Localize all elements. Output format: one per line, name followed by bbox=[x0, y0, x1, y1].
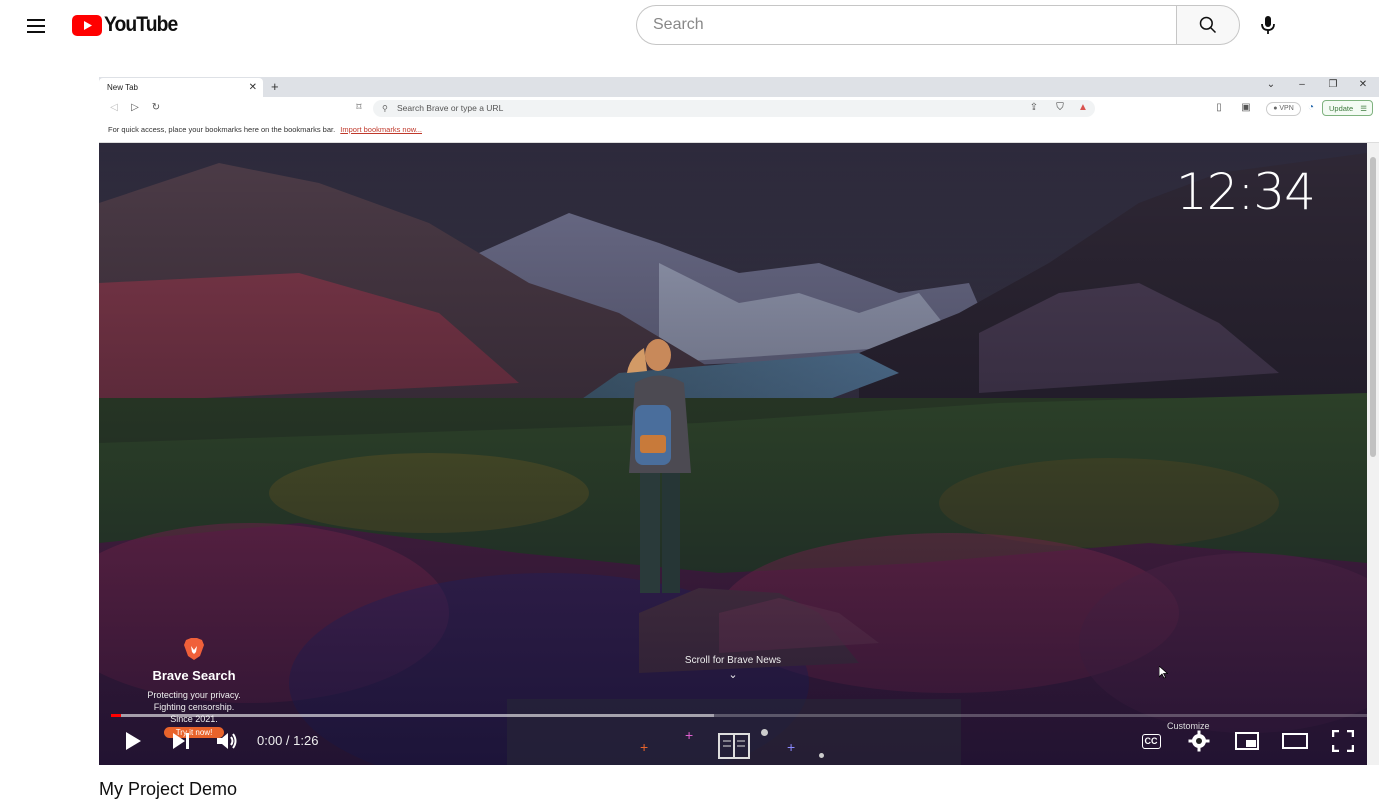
time-separator: / bbox=[282, 733, 294, 748]
tagline-line: Fighting censorship. bbox=[153, 702, 235, 712]
tab-search-icon: ⌄ bbox=[1266, 79, 1276, 90]
brave-rewards-icon: ▲ bbox=[1078, 102, 1088, 113]
next-button[interactable] bbox=[165, 725, 197, 757]
logo-wordmark: YouTube bbox=[104, 13, 178, 36]
browser-toolbar: ◁ ▷ ↻ ⌑ ⚲ Search Brave or type a URL ⇪ ⛉… bbox=[99, 97, 1379, 120]
brave-shields-icon: ⛉ bbox=[1056, 102, 1064, 113]
scrollbar-thumb bbox=[1370, 157, 1376, 457]
play-icon bbox=[126, 732, 141, 750]
bookmark-icon: ⌑ bbox=[356, 102, 362, 113]
chevron-down-icon: ⌄ bbox=[728, 669, 738, 681]
update-label: Update bbox=[1329, 104, 1354, 113]
time-display: 0:00 / 1:26 bbox=[257, 733, 318, 748]
fullscreen-button[interactable] bbox=[1327, 725, 1359, 757]
page-scrollbar bbox=[1367, 143, 1379, 765]
fullscreen-icon bbox=[1332, 730, 1354, 752]
menu-lines-icon: ☰ bbox=[1360, 104, 1367, 113]
browser-tab: New Tab ✕ bbox=[99, 78, 263, 97]
search-button[interactable] bbox=[1176, 5, 1240, 45]
minimize-icon: – bbox=[1299, 79, 1305, 90]
wallet-icon: ▣ bbox=[1241, 102, 1251, 113]
forward-icon: ▷ bbox=[131, 102, 139, 113]
settings-button[interactable] bbox=[1183, 725, 1215, 757]
play-button[interactable] bbox=[117, 725, 149, 757]
voice-search-button[interactable] bbox=[1248, 5, 1288, 45]
search-box bbox=[636, 5, 1240, 45]
miniplayer-button[interactable] bbox=[1231, 725, 1263, 757]
omnibox-search-icon: ⚲ bbox=[382, 104, 388, 113]
youtube-logo[interactable]: YouTube bbox=[72, 13, 184, 37]
sidebar-icon: ▯ bbox=[1216, 102, 1222, 113]
miniplayer-icon bbox=[1235, 732, 1259, 750]
browser-tabstrip: New Tab ✕ + ⌄ – ❐ ✕ bbox=[99, 77, 1379, 97]
current-time: 0:00 bbox=[257, 733, 283, 748]
share-icon: ⇪ bbox=[1029, 102, 1039, 113]
new-tab-clock: 12:34 bbox=[1175, 163, 1316, 221]
microphone-icon bbox=[1261, 16, 1275, 34]
masthead: YouTube bbox=[0, 0, 1400, 52]
recorded-browser-chrome: New Tab ✕ + ⌄ – ❐ ✕ ◁ ▷ ↻ ⌑ ⚲ Search Bra… bbox=[99, 77, 1379, 143]
theater-mode-icon bbox=[1282, 733, 1308, 749]
subtitles-button[interactable]: CC bbox=[1135, 725, 1167, 757]
window-close-icon: ✕ bbox=[1358, 79, 1368, 90]
scroll-hint-label: Scroll for Brave News bbox=[684, 655, 782, 666]
search-icon bbox=[1199, 16, 1217, 34]
video-player[interactable]: New Tab ✕ + ⌄ – ❐ ✕ ◁ ▷ ↻ ⌑ ⚲ Search Bra… bbox=[99, 77, 1379, 765]
new-tab-icon: + bbox=[271, 79, 279, 94]
menu-icon[interactable] bbox=[24, 14, 48, 38]
mute-button[interactable] bbox=[211, 725, 243, 757]
update-button: Update ☰ bbox=[1322, 100, 1373, 116]
browser-tab-title: New Tab bbox=[107, 83, 138, 92]
vpn-label: VPN bbox=[1279, 105, 1294, 112]
tab-close-icon: ✕ bbox=[248, 82, 257, 93]
reload-icon: ↻ bbox=[151, 102, 161, 113]
search-input[interactable] bbox=[636, 5, 1177, 45]
new-tab-background-image: 12:34 Brave Search Protecting your priva… bbox=[99, 143, 1367, 765]
back-icon: ◁ bbox=[110, 102, 118, 113]
scroll-for-news-hint: Scroll for Brave News ⌄ bbox=[659, 655, 807, 681]
tagline-line: Protecting your privacy. bbox=[147, 690, 241, 700]
next-icon bbox=[173, 733, 189, 749]
player-controls: 0:00 / 1:26 Customize CC bbox=[99, 717, 1379, 765]
brave-lion-icon bbox=[184, 638, 204, 660]
brave-search-title: Brave Search bbox=[152, 668, 236, 683]
captions-icon: CC bbox=[1141, 733, 1161, 749]
bookmarks-bar: For quick access, place your bookmarks h… bbox=[99, 120, 1379, 143]
volume-icon bbox=[217, 733, 237, 749]
mouse-cursor-icon bbox=[1159, 666, 1168, 679]
address-bar-placeholder: Search Brave or type a URL bbox=[397, 103, 504, 113]
import-bookmarks-link: Import bookmarks now... bbox=[340, 125, 422, 134]
gear-icon bbox=[1188, 730, 1210, 752]
video-title: My Project Demo bbox=[99, 779, 238, 799]
address-bar: ⚲ Search Brave or type a URL bbox=[373, 100, 1095, 117]
youtube-play-logo-icon bbox=[72, 14, 102, 36]
bookmarks-prompt: For quick access, place your bookmarks h… bbox=[108, 125, 336, 134]
restore-icon: ❐ bbox=[1328, 79, 1338, 90]
vpn-pill: ● VPN bbox=[1266, 102, 1301, 116]
duration: 1:26 bbox=[293, 733, 319, 748]
theater-mode-button[interactable] bbox=[1279, 725, 1311, 757]
leo-ai-icon: ◔ bbox=[1307, 102, 1315, 113]
